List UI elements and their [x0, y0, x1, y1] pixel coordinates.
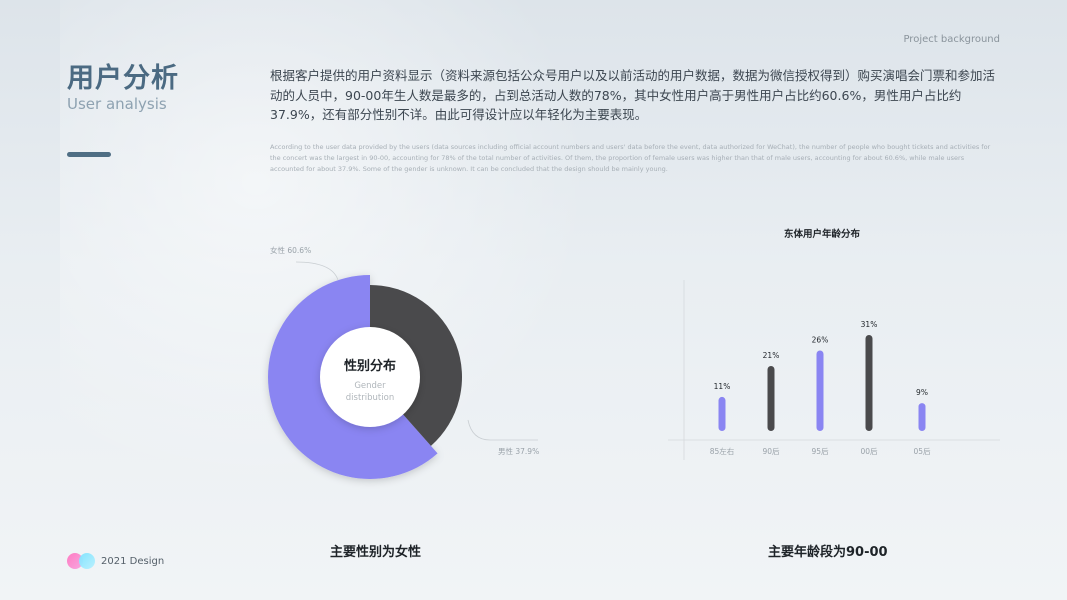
bar-category-label: 95后	[811, 446, 829, 456]
male-label: 男性 37.9%	[498, 446, 539, 456]
donut-title: 性别分布	[344, 358, 396, 374]
bar-category-label: 90后	[762, 446, 780, 456]
bar-value-label: 26%	[812, 335, 829, 344]
bar-value-label: 9%	[916, 388, 928, 397]
bar-0	[718, 396, 726, 431]
age-bars: 11% 85左右 21% 90后 26% 95后 31% 00后 9% 05后	[710, 320, 931, 456]
bar-category-label: 00后	[860, 446, 878, 456]
footer-text: 2021 Design	[101, 555, 165, 567]
bar-4	[918, 403, 926, 431]
gender-conclusion: 主要性别为女性	[330, 545, 422, 560]
age-conclusion: 主要年龄段为90-00	[768, 545, 888, 560]
bar-category-label: 05后	[913, 446, 931, 456]
bar-value-label: 21%	[763, 351, 780, 360]
male-leader-line	[467, 419, 538, 441]
bar-value-label: 11%	[714, 382, 731, 391]
female-label: 女性 60.6%	[270, 245, 311, 255]
charts-canvas: 性别分布 Gender distribution 女性 60.6% 男性 37.9…	[268, 228, 1000, 479]
bar-1	[767, 365, 775, 431]
cyan-dot	[79, 553, 95, 569]
brand-dots	[67, 553, 97, 569]
bar-category-label: 85左右	[710, 446, 735, 456]
bar-value-label: 31%	[861, 320, 878, 329]
female-leader-line	[295, 261, 339, 281]
donut-center	[320, 327, 420, 427]
bar-chart-title: 东体用户年龄分布	[784, 228, 861, 240]
bar-3	[865, 335, 873, 431]
footer: 2021 Design	[67, 553, 164, 569]
bar-2	[816, 350, 824, 431]
